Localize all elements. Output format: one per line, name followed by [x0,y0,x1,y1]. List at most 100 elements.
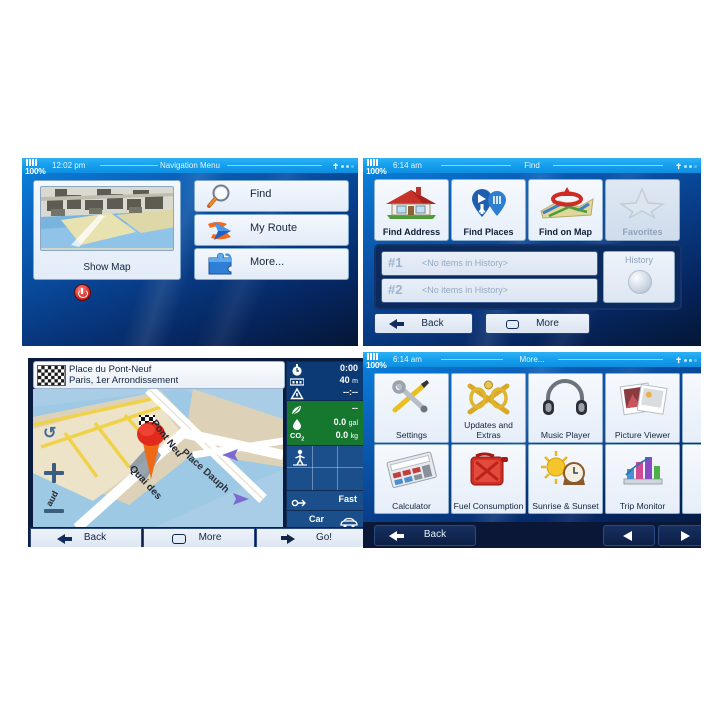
more-button[interactable]: More [485,313,590,334]
map-target-icon [529,185,602,221]
gps-status-group[interactable]: ✝ [332,159,354,174]
find-tile-label: Find Address [382,227,441,237]
map-go-label: Go! [315,532,333,543]
more-tile-calculator[interactable]: Calculator [374,444,449,514]
more-tile-cut-off-top[interactable] [682,373,701,443]
more-tile-trip-monitor[interactable]: Trip Monitor [605,444,680,514]
more-tile-sunrise-sunset[interactable]: Sunrise & Sunset [528,444,603,514]
destination-header[interactable]: Place du Pont-Neuf Paris, 1er Arrondisse… [33,361,285,389]
prev-arrow-icon [623,531,632,541]
vehicle-label: Car [309,514,325,524]
menu-button-more[interactable]: More... [194,248,349,280]
star-icon [606,185,679,221]
panel-navigation-menu: 100% 12:02 pm Navigation Menu ✝ Show Map… [22,158,358,346]
find-tile-find-on-map[interactable]: Find on Map [528,179,603,241]
title-rule-right [227,165,322,166]
map-go-button[interactable]: Go! [256,528,368,547]
more-tile-label: Trip Monitor [619,500,666,511]
map-back-label: Back [83,532,107,543]
updates-icon [452,378,525,418]
arrival-icon [290,387,304,400]
title-rule-right [558,359,663,360]
history-button-label: History [624,255,653,265]
zoom-in-button[interactable] [42,461,66,485]
distance-value: 40 m [339,375,358,385]
satellite-icon: ✝ [332,162,339,171]
next-page-button[interactable] [658,525,701,546]
route-arrows-icon [205,218,241,242]
find-tile-find-places[interactable]: Find Places [451,179,526,241]
panel-find: 100% 6:14 am Find ✝ Find Address Find Pl… [363,158,701,346]
status-bar-find: 100% 6:14 am Find ✝ [363,158,701,176]
more-tile-picture-viewer[interactable]: Picture Viewer [605,373,680,443]
eta-remaining-time: 0:00 [339,363,358,373]
back-button[interactable]: Back [374,313,473,334]
panel-map-view: Place du Pont-Neuf Paris, 1er Arrondisse… [28,358,368,547]
destination-line-1: Place du Pont-Neuf [69,364,152,375]
map-canvas[interactable]: Pont Neu Quai des Place Dauph aud ↺ [33,389,283,528]
map-back-button[interactable]: Back [30,528,142,547]
thumb-svg [41,187,173,248]
more-tile-label: Sunrise & Sunset [532,500,599,511]
status-bar-nav: 100% 12:02 pm Navigation Menu ✝ [22,158,358,176]
map-more-button[interactable]: More [143,528,255,547]
co2-value: 0.0 kg [335,430,358,440]
clock-disabled-icon [628,270,652,294]
more-tile-label: Settings [395,429,428,440]
fuel-value: 0.0 gal [333,417,358,427]
more-tile-label: Fuel Consumption [453,500,524,511]
more-tile-label: Music Player [540,429,591,440]
status-dot-3 [351,165,354,168]
status-dot-1 [341,165,344,168]
history-row-text: <No items in History> [422,285,509,295]
arrival-time: --:-- [343,387,358,397]
status-dot-3 [694,359,697,362]
eco-block[interactable]: -- 0.0 gal CO2 0.0 kg [286,400,364,446]
eco-value: -- [352,403,358,413]
find-tile-find-address[interactable]: Find Address [374,179,449,241]
map-render: Pont Neu Quai des Place Dauph aud [33,389,283,528]
show-map-label: Show Map [83,262,131,273]
route-method-row[interactable]: Fast [286,490,364,511]
history-row-1[interactable]: #1 <No items in History> [381,251,598,276]
co2-icon: CO2 [290,431,305,443]
more-back-label: Back [423,529,447,540]
gps-status-group[interactable]: ✝ [675,353,697,368]
photos-icon [606,378,679,418]
more-tile-fuel-consumption[interactable]: Fuel Consumption [451,444,526,514]
magnifier-icon [205,184,241,208]
more-tile-label: Updates and Extras [464,420,513,440]
eta-block[interactable]: 0:00 40 m --:-- [286,361,364,401]
more-tile-music-player[interactable]: Music Player [528,373,603,443]
map-pins-icon [452,185,525,221]
gps-status-group[interactable]: ✝ [675,159,697,174]
satellite-icon: ✝ [675,356,682,365]
menu-button-my-route[interactable]: My Route [194,214,349,246]
next-arrow-icon [681,531,690,541]
rotate-icon[interactable]: ↺ [43,425,63,443]
show-map-button[interactable]: Show Map [33,180,181,280]
history-row-number: #2 [388,282,403,297]
menu-button-find-label: Find [250,188,272,200]
more-tile-updates-and-extras[interactable]: Updates and Extras [451,373,526,443]
menu-button-find[interactable]: Find [194,180,349,212]
power-button-icon[interactable] [74,284,91,301]
find-tile-favorites[interactable]: Favorites [605,179,680,241]
cut-off-icon [683,449,701,489]
satellite-icon: ✝ [675,162,682,171]
history-button[interactable]: History [603,251,675,303]
distance-icon [289,375,305,387]
history-row-2[interactable]: #2 <No items in History> [381,278,598,303]
status-dot-1 [684,165,687,168]
zoom-out-button[interactable] [42,499,66,523]
pedestrian-block[interactable] [286,445,364,491]
more-back-button[interactable]: Back [374,525,476,546]
sun-clock-icon [529,449,602,489]
headphones-icon [529,378,602,418]
more-tile-cut-off-bottom[interactable] [682,444,701,514]
history-row-number: #1 [388,255,403,270]
prev-page-button[interactable] [603,525,655,546]
history-row-text: <No items in History> [422,258,509,268]
more-tile-settings[interactable]: Settings [374,373,449,443]
tools-icon [375,378,448,418]
